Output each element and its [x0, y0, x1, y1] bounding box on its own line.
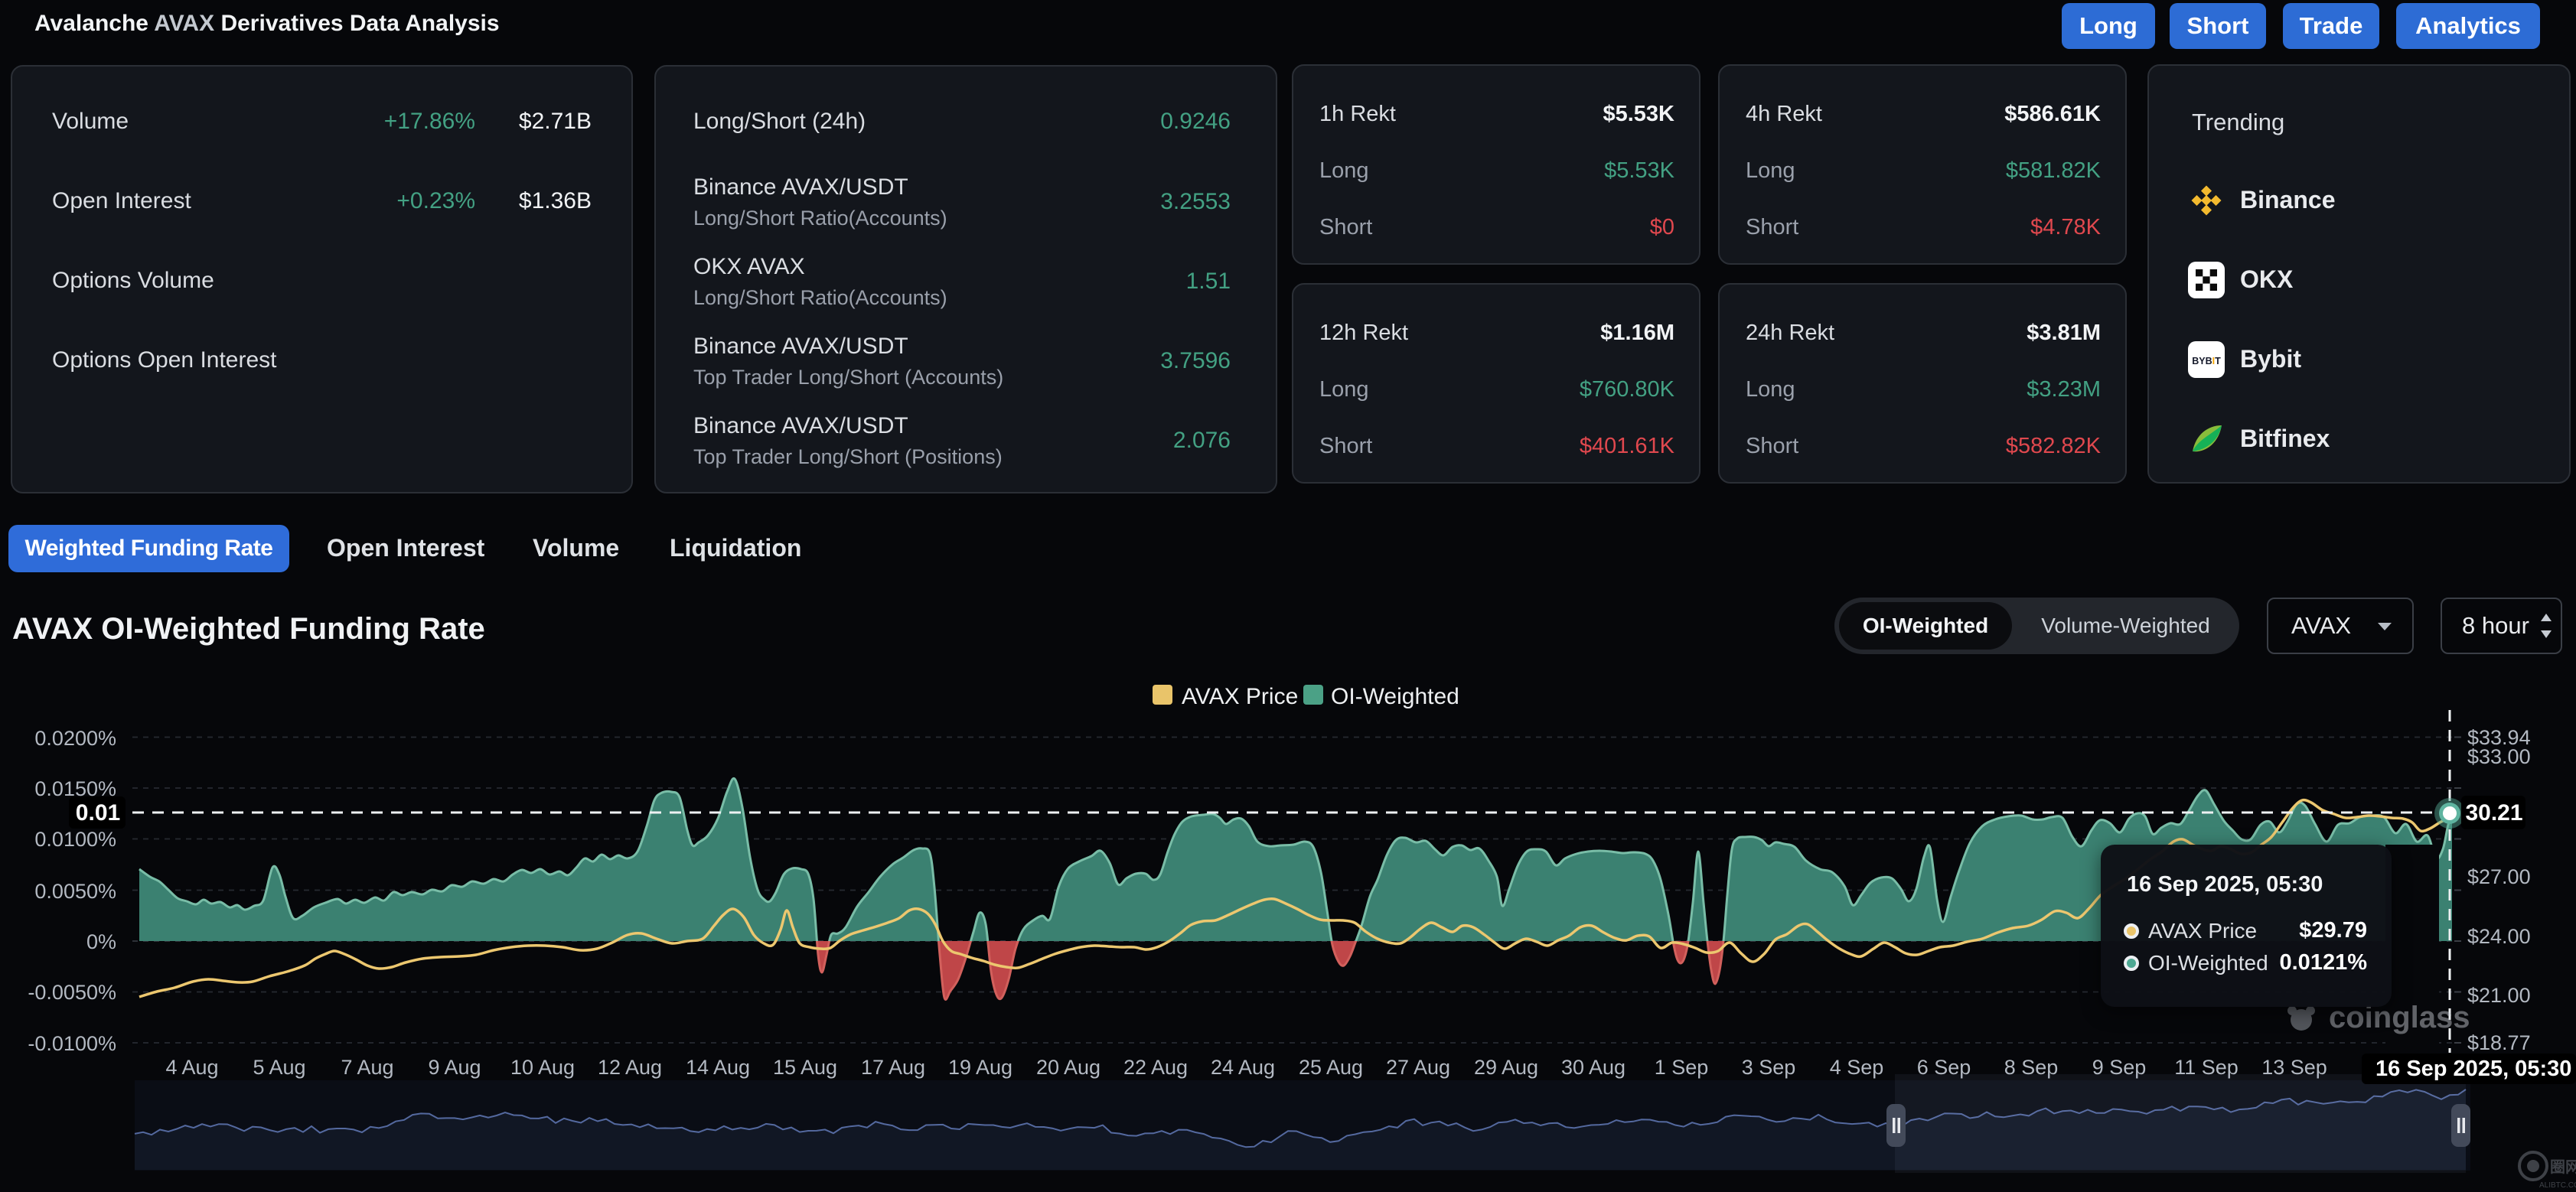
svg-text:22 Aug: 22 Aug [1123, 1056, 1188, 1079]
svg-text:25 Aug: 25 Aug [1299, 1056, 1363, 1079]
svg-text:30 Aug: 30 Aug [1561, 1056, 1625, 1079]
svg-text:30.21: 30.21 [2465, 800, 2522, 826]
svg-text:0%: 0% [86, 930, 116, 953]
svg-text:29 Aug: 29 Aug [1474, 1056, 1538, 1079]
svg-text:12 Aug: 12 Aug [598, 1056, 662, 1079]
svg-text:9 Aug: 9 Aug [428, 1056, 481, 1079]
svg-text:1 Sep: 1 Sep [1655, 1056, 1709, 1079]
svg-text:4 Sep: 4 Sep [1830, 1056, 1884, 1079]
svg-text:19 Aug: 19 Aug [948, 1056, 1012, 1079]
svg-text:0.0100%: 0.0100% [34, 828, 116, 851]
svg-text:4 Aug: 4 Aug [165, 1056, 218, 1079]
svg-text:5 Aug: 5 Aug [253, 1056, 305, 1079]
svg-text:15 Aug: 15 Aug [773, 1056, 837, 1079]
svg-text:20 Aug: 20 Aug [1036, 1056, 1101, 1079]
svg-text:7 Aug: 7 Aug [341, 1056, 393, 1079]
svg-text:圈网: 圈网 [2550, 1158, 2576, 1176]
svg-text:27 Aug: 27 Aug [1386, 1056, 1450, 1079]
svg-text:$24.00: $24.00 [2467, 925, 2531, 948]
svg-text:-0.0100%: -0.0100% [28, 1032, 116, 1055]
svg-text:16 Sep 2025, 05:30: 16 Sep 2025, 05:30 [2375, 1057, 2571, 1081]
svg-text:0.01: 0.01 [76, 800, 120, 826]
svg-text:$27.00: $27.00 [2467, 865, 2531, 888]
svg-text:ALIBTC.COM: ALIBTC.COM [2539, 1181, 2576, 1190]
svg-text:$33.00: $33.00 [2467, 745, 2531, 768]
svg-text:3 Sep: 3 Sep [1742, 1056, 1796, 1079]
svg-text:17 Aug: 17 Aug [861, 1056, 925, 1079]
svg-text:0.0200%: 0.0200% [34, 727, 116, 750]
svg-text:24 Aug: 24 Aug [1211, 1056, 1275, 1079]
svg-text:10 Aug: 10 Aug [510, 1056, 575, 1079]
svg-text:$21.00: $21.00 [2467, 984, 2531, 1007]
svg-text:$18.77: $18.77 [2467, 1031, 2531, 1054]
svg-text:14 Aug: 14 Aug [686, 1056, 750, 1079]
svg-text:0.0050%: 0.0050% [34, 880, 116, 903]
svg-text:-0.0050%: -0.0050% [28, 981, 116, 1004]
